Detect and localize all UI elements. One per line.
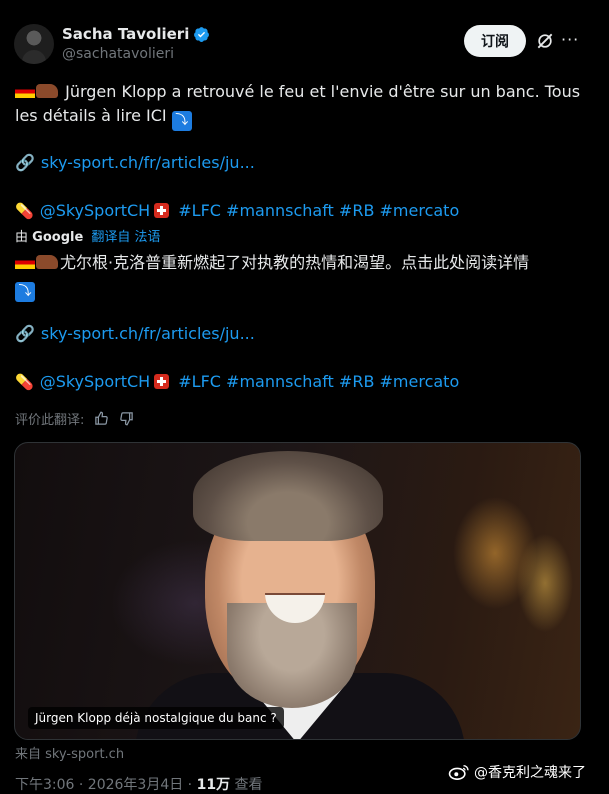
translated-link[interactable]: sky-sport.ch/fr/articles/ju...: [41, 324, 255, 343]
watermark-text: @香克利之魂来了: [474, 765, 586, 781]
google-logo: Google: [32, 230, 84, 245]
translated-mention-link[interactable]: @SkySportCH: [40, 372, 150, 391]
post-time[interactable]: 下午3:06 · 2026年3月4日 ·: [15, 777, 197, 793]
germany-flag-icon: [15, 85, 35, 98]
post-link[interactable]: sky-sport.ch/fr/articles/ju...: [41, 153, 255, 172]
arrow-down-emoji-icon: ⤵: [171, 111, 192, 131]
image-caption: Jürgen Klopp déjà nostalgique du banc ?: [28, 707, 284, 729]
pill-emoji-icon: 💊: [15, 202, 34, 220]
swiss-flag-icon: [154, 374, 170, 389]
thumbs-up-icon[interactable]: [94, 411, 109, 426]
link-source[interactable]: 来自 sky-sport.ch: [15, 743, 124, 762]
rate-translation: 评价此翻译:: [15, 409, 134, 428]
author-name-text[interactable]: Sacha Tavolieri: [62, 25, 189, 43]
link-emoji-icon: 🔗: [15, 153, 35, 172]
swiss-flag-icon: [154, 203, 170, 218]
post-text: Jürgen Klopp a retrouvé le feu et l'envi…: [15, 80, 585, 131]
more-options-icon[interactable]: ···: [561, 30, 579, 49]
translated-link-row: 🔗 sky-sport.ch/fr/articles/ju...: [15, 322, 585, 346]
article-image-card[interactable]: [14, 442, 581, 740]
germany-flag-icon: [15, 256, 35, 269]
views-label: 查看: [230, 777, 263, 793]
translated-hashtags[interactable]: #LFC #mannschaft #RB #mercato: [178, 372, 459, 391]
verified-badge-icon: [194, 26, 210, 42]
pill-emoji-icon: 💊: [15, 373, 34, 391]
bull-emoji-icon: [36, 84, 58, 98]
hashtags[interactable]: #LFC #mannschaft #RB #mercato: [178, 201, 459, 220]
translation-attribution: 由 Google 翻译自 法语: [15, 226, 161, 245]
subscribe-button[interactable]: 订阅: [464, 25, 526, 57]
grok-icon[interactable]: [535, 31, 555, 51]
weibo-logo-icon: [448, 764, 469, 781]
arrow-down-emoji-icon: ⤵: [15, 282, 35, 302]
post-tags-row: 💊 @SkySportCH #LFC #mannschaft #RB #merca…: [15, 199, 585, 223]
thumbs-down-icon[interactable]: [119, 411, 134, 426]
rate-translation-label: 评价此翻译:: [15, 413, 85, 428]
author-name[interactable]: Sacha Tavolieri: [62, 25, 210, 43]
bull-emoji-icon: [36, 255, 58, 269]
author-avatar[interactable]: [14, 24, 54, 64]
mention-link[interactable]: @SkySportCH: [40, 201, 150, 220]
post-timestamp: 下午3:06 · 2026年3月4日 · 11万 查看: [15, 774, 263, 794]
translated-tags-row: 💊 @SkySportCH #LFC #mannschaft #RB #merca…: [15, 370, 585, 394]
translation-prefix: 由: [15, 230, 29, 245]
translated-text: 尤尔根·克洛普重新燃起了对执教的热情和渴望。点击此处阅读详情 ⤵: [15, 251, 585, 302]
post-text-line1: Jürgen Klopp a retrouvé le feu et l'envi…: [65, 82, 581, 101]
weibo-watermark: @香克利之魂来了: [448, 762, 586, 782]
views-count: 11万: [196, 777, 231, 793]
post-text-line2: les détails à lire ICI: [15, 106, 167, 125]
author-handle[interactable]: @sachatavolieri: [62, 46, 174, 62]
post-link-row: 🔗 sky-sport.ch/fr/articles/ju...: [15, 151, 585, 175]
translated-text-line1: 尤尔根·克洛普重新燃起了对执教的热情和渴望。点击此处阅读详情: [60, 253, 530, 272]
photo-hair: [193, 451, 383, 541]
translation-source-link[interactable]: 翻译自 法语: [91, 230, 160, 245]
link-emoji-icon: 🔗: [15, 324, 35, 343]
